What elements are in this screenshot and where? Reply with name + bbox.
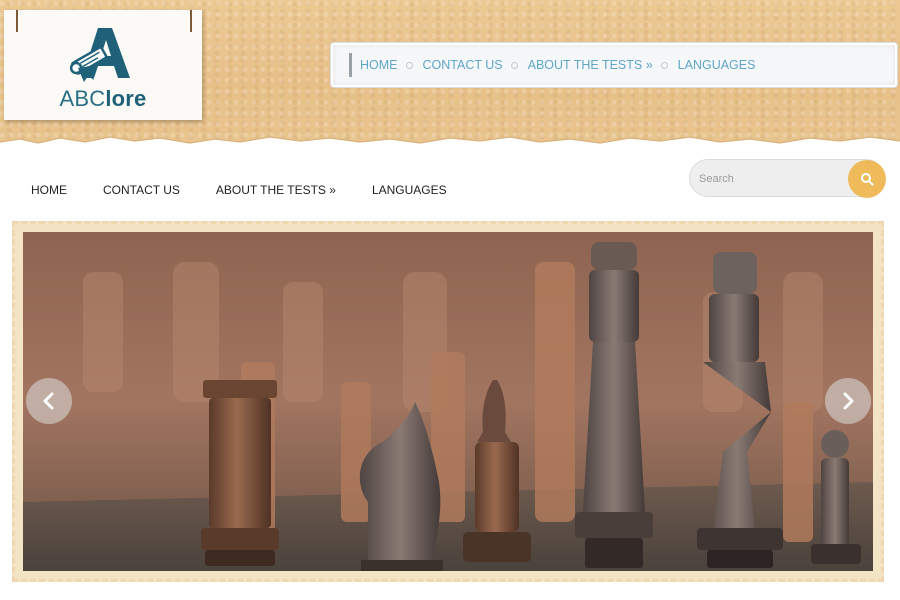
chess-photo-illustration [23, 232, 873, 571]
brand-name-light: ABC [59, 86, 106, 111]
main-navigation: HOME CONTACT US ABOUT THE TESTS » LANGUA… [0, 176, 452, 204]
slider-frame [12, 221, 884, 582]
top-menu-home[interactable]: HOME [360, 58, 398, 72]
menu-separator-dot [405, 61, 413, 69]
nav-languages[interactable]: LANGUAGES [372, 183, 447, 197]
menu-separator-dot [510, 61, 518, 69]
hanging-string-left [16, 10, 18, 32]
top-menu-about-the-tests[interactable]: ABOUT THE TESTS » [528, 58, 653, 72]
brand-wordmark: ABClore [4, 86, 202, 112]
rook-piece [201, 380, 279, 566]
slider-next-button[interactable] [825, 378, 871, 424]
nav-home[interactable]: HOME [31, 183, 67, 197]
top-menu-languages[interactable]: LANGUAGES [678, 58, 756, 72]
nav-about-the-tests[interactable]: ABOUT THE TESTS » [216, 183, 336, 197]
brand-name-bold: lore [105, 86, 147, 111]
hanging-string-right [190, 10, 192, 32]
logo-card[interactable]: ABClore [4, 10, 202, 120]
abclore-logo-icon [69, 28, 130, 82]
slide-image-chess-pieces [23, 232, 873, 571]
search-box [689, 159, 886, 198]
search-icon [861, 173, 874, 186]
chevron-left-icon [43, 392, 54, 410]
search-input[interactable] [699, 169, 839, 189]
top-menu-bar: HOME CONTACT US ABOUT THE TESTS » LANGUA… [331, 43, 897, 87]
top-menu-contact-us[interactable]: CONTACT US [423, 58, 503, 72]
search-button[interactable] [848, 160, 886, 198]
nav-contact-us[interactable]: CONTACT US [103, 183, 180, 197]
menu-bar-divider [349, 53, 352, 77]
slider-prev-button[interactable] [26, 378, 72, 424]
menu-separator-dot [660, 61, 668, 69]
chevron-right-icon [843, 392, 854, 410]
torn-paper-edge [0, 136, 900, 158]
